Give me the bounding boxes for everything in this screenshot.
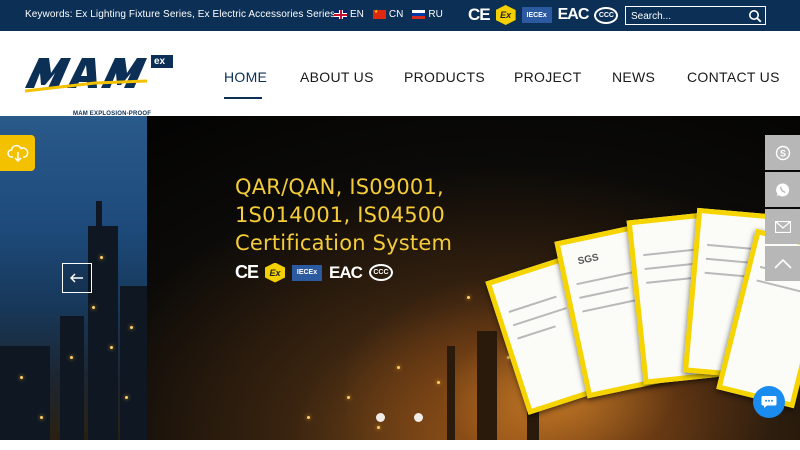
nav-news[interactable]: NEWS	[612, 69, 655, 85]
lang-ru[interactable]: RU	[412, 9, 443, 20]
sgs-label: SGS	[576, 252, 600, 268]
slider-dot-3[interactable]	[414, 413, 423, 422]
download-button[interactable]	[0, 135, 35, 171]
chevron-up-icon	[773, 258, 792, 269]
slider-dot-1[interactable]	[376, 413, 385, 422]
arrow-left-icon	[70, 273, 83, 283]
uk-flag-icon	[334, 10, 347, 19]
headline-line-2: 1S014001, IS04500	[235, 203, 445, 227]
svg-text:S: S	[779, 148, 785, 158]
slider-dots	[376, 413, 423, 422]
chat-icon	[761, 396, 777, 408]
nav-products[interactable]: PRODUCTS	[404, 69, 485, 85]
language-switcher: EN CN RU	[334, 9, 443, 20]
search-input[interactable]	[631, 9, 741, 23]
whatsapp-icon	[775, 182, 789, 196]
nav-active-indicator	[224, 97, 262, 99]
nav-home[interactable]: HOME	[224, 69, 267, 85]
eac-mark-icon: EAC	[329, 262, 363, 282]
slider-dot-2[interactable]	[395, 413, 404, 422]
search-icon[interactable]	[748, 9, 762, 23]
skype-icon: S	[775, 145, 790, 160]
logo-badge: ex	[154, 56, 166, 67]
iecex-mark-icon: IECEx	[292, 264, 323, 281]
page-bottom	[0, 440, 800, 450]
russia-flag-icon	[412, 10, 426, 19]
live-chat-button[interactable]	[753, 386, 785, 418]
china-flag-icon	[372, 9, 386, 19]
banner-headline: QAR/QAN, IS09001, 1S014001, IS04500 Cert…	[235, 173, 452, 257]
whatsapp-button[interactable]	[765, 172, 800, 207]
lang-en[interactable]: EN	[334, 9, 364, 20]
lang-ru-label: RU	[428, 9, 443, 20]
nav-about-us[interactable]: ABOUT US	[300, 69, 374, 85]
ce-mark-icon: CE	[235, 262, 259, 282]
hero-banner: SGS QAR/QAN, IS09001, 1S014001, IS04500 …	[0, 116, 800, 440]
certification-logos: CE Ex IECEx EAC CCC	[468, 5, 619, 25]
nav-project[interactable]: PROJECT	[514, 69, 581, 85]
ccc-mark-icon: CCC	[368, 264, 393, 281]
lang-cn-label: CN	[388, 9, 404, 20]
headline-line-3: Certification System	[235, 231, 453, 255]
nav-contact-us[interactable]: CONTACT US	[687, 69, 780, 85]
prev-slide-button[interactable]	[62, 263, 92, 293]
eac-mark-icon: EAC	[557, 6, 590, 23]
keywords-text: Keywords: Ex Lighting Fixture Series, Ex…	[25, 9, 336, 20]
email-button[interactable]	[765, 209, 800, 244]
ce-mark-icon: CE	[468, 5, 491, 24]
back-to-top-button[interactable]	[765, 246, 800, 281]
iecex-mark-icon: IECEx	[521, 7, 552, 23]
ccc-mark-icon: CCC	[594, 6, 619, 24]
main-header: MAM EXPLOSION-PROOF ex HOME ABOUT US PRO…	[0, 31, 800, 117]
ex-mark-icon: Ex	[495, 5, 516, 25]
site-logo[interactable]: MAM EXPLOSION-PROOF ex	[24, 53, 175, 117]
skype-button[interactable]: S	[765, 135, 800, 170]
cloud-download-icon	[6, 144, 28, 162]
banner-cert-logos: CE Ex IECEx EAC CCC	[235, 262, 393, 283]
lang-cn[interactable]: CN	[372, 9, 404, 20]
ex-mark-icon: Ex	[265, 262, 286, 283]
search-box	[625, 6, 766, 25]
headline-line-1: QAR/QAN, IS09001,	[235, 175, 444, 199]
email-icon	[774, 220, 791, 233]
lang-en-label: EN	[350, 9, 364, 20]
top-bar: Keywords: Ex Lighting Fixture Series, Ex…	[0, 0, 800, 31]
